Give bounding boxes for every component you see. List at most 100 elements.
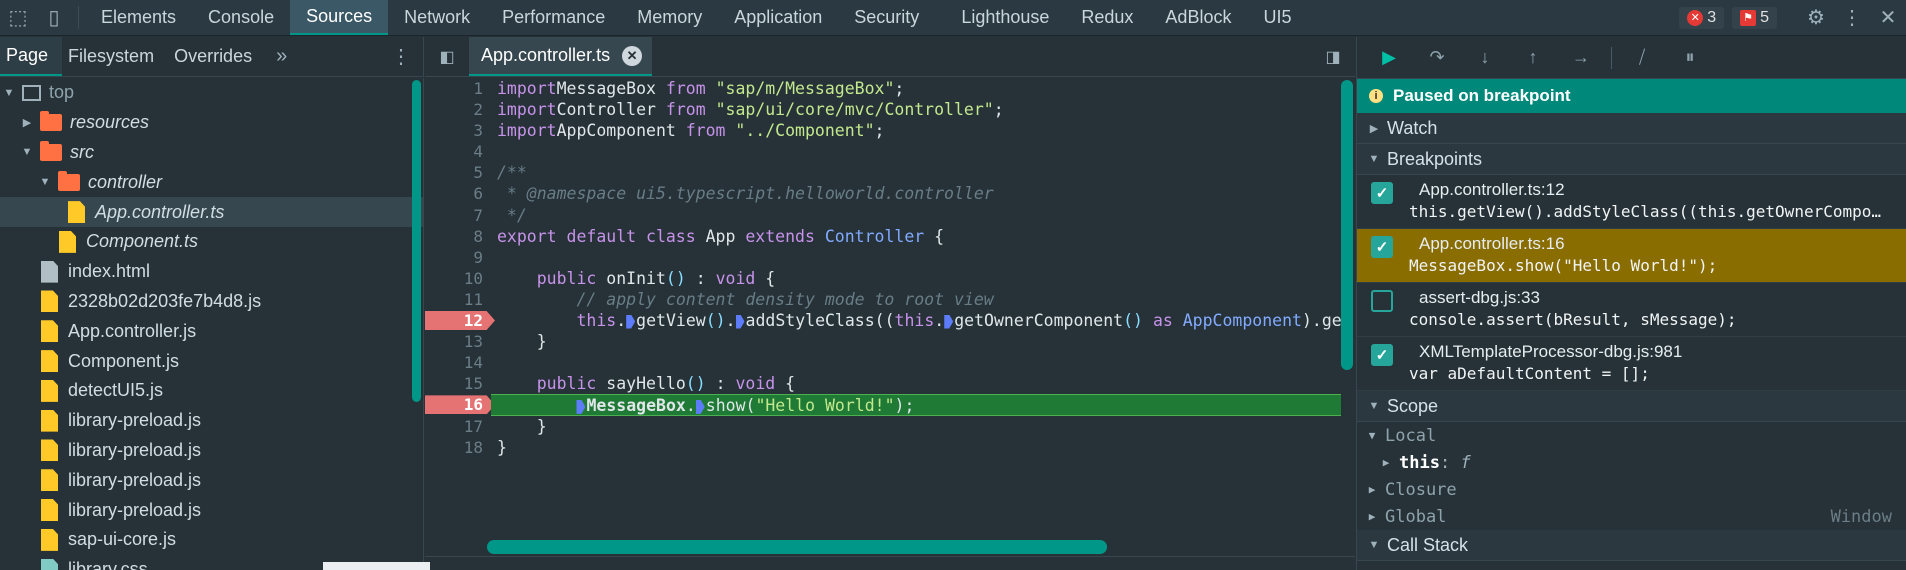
deactivate-breakpoints-icon[interactable]: ⧸ xyxy=(1624,43,1660,73)
tab-security[interactable]: Security xyxy=(838,0,935,35)
close-tab-icon[interactable]: ✕ xyxy=(622,45,643,66)
line-number[interactable]: 1 xyxy=(425,78,491,99)
line-number[interactable]: 2 xyxy=(425,99,491,120)
tree-item[interactable]: library-preload.js xyxy=(0,436,423,466)
editor-horizontal-scrollbar[interactable] xyxy=(487,540,1107,554)
tree-item[interactable]: ▼ top xyxy=(0,78,423,108)
code-line[interactable]: importMessageBox from "sap/m/MessageBox"… xyxy=(491,78,1341,99)
code-line[interactable]: public sayHello() : void { xyxy=(491,373,1341,394)
navigator-menu-icon[interactable]: ⋮ xyxy=(379,37,423,76)
resume-icon[interactable]: ▶ xyxy=(1371,43,1407,73)
scope-closure[interactable]: ▶ Closure xyxy=(1357,476,1906,503)
line-number[interactable]: 11 xyxy=(425,289,491,310)
tree-item[interactable]: 2328b02d203fe7b4d8.js xyxy=(0,287,423,317)
scope-global[interactable]: ▶ Global Window xyxy=(1357,503,1906,530)
error-count-badge[interactable]: ✕ 3 xyxy=(1679,6,1725,29)
tab-ui5[interactable]: UI5 xyxy=(1247,0,1307,35)
close-devtools-icon[interactable]: ✕ xyxy=(1870,5,1906,30)
code-line[interactable]: export default class App extends Control… xyxy=(491,226,1341,247)
breakpoint-item[interactable]: ✓ App.controller.ts:12 this.getView().addS… xyxy=(1357,175,1906,229)
current-execution-line[interactable]: MessageBox. show("Hello World!"); xyxy=(491,394,1341,416)
code-line[interactable]: public onInit() : void { xyxy=(491,268,1341,289)
tab-sources[interactable]: Sources xyxy=(290,0,389,35)
line-number[interactable]: 9 xyxy=(425,247,491,268)
tree-item[interactable]: ▼ controller xyxy=(0,167,423,197)
tree-item[interactable]: library-preload.js xyxy=(0,406,423,436)
tab-application[interactable]: Application xyxy=(718,0,838,35)
toggle-navigator-icon[interactable]: ◧ xyxy=(425,37,469,76)
tree-item[interactable]: index.html xyxy=(0,257,423,287)
tab-elements[interactable]: Elements xyxy=(85,0,192,35)
code-line[interactable]: * @namespace ui5.typescript.helloworld.c… xyxy=(491,183,1341,204)
tree-item[interactable]: ▼ src xyxy=(0,138,423,168)
inspect-element-icon[interactable]: ⬚ xyxy=(0,0,36,35)
tab-filesystem[interactable]: Filesystem xyxy=(62,37,168,76)
line-number-gutter[interactable]: 1 2 3 4 5 6 7 8 9 10 11 12 13 14 15 16 17 18 xyxy=(425,78,491,550)
breakpoint-checkbox[interactable]: ✓ xyxy=(1371,236,1393,258)
line-number[interactable]: 14 xyxy=(425,352,491,373)
tree-item[interactable]: Component.ts xyxy=(0,227,423,257)
code-line[interactable]: // apply content density mode to root vi… xyxy=(491,289,1341,310)
tree-item[interactable]: App.controller.js xyxy=(0,316,423,346)
breakpoint-line-number[interactable]: 16 xyxy=(425,394,491,415)
line-number[interactable]: 7 xyxy=(425,205,491,226)
code-line[interactable]: importController from "sap/ui/core/mvc/C… xyxy=(491,99,1341,120)
tab-performance[interactable]: Performance xyxy=(486,0,621,35)
tab-memory[interactable]: Memory xyxy=(621,0,718,35)
breakpoint-checkbox[interactable] xyxy=(1371,290,1393,312)
tab-network[interactable]: Network xyxy=(388,0,486,35)
code-editor[interactable]: importMessageBox from "sap/m/MessageBox"… xyxy=(491,78,1341,550)
line-number[interactable]: 3 xyxy=(425,120,491,141)
code-line[interactable]: } xyxy=(491,331,1341,352)
step-out-icon[interactable]: ↑ xyxy=(1515,43,1551,73)
breakpoints-section-header[interactable]: ▼ Breakpoints xyxy=(1357,144,1906,175)
tab-redux[interactable]: Redux xyxy=(1065,0,1149,35)
tab-lighthouse[interactable]: Lighthouse xyxy=(945,0,1065,35)
settings-gear-icon[interactable]: ⚙ xyxy=(1798,5,1834,30)
code-line[interactable] xyxy=(491,352,1341,373)
code-line[interactable]: */ xyxy=(491,205,1341,226)
line-number[interactable]: 15 xyxy=(425,373,491,394)
collapse-arrow-icon[interactable]: ▼ xyxy=(38,176,52,188)
tree-item[interactable]: App.controller.ts xyxy=(0,197,423,227)
scope-local[interactable]: ▼ Local xyxy=(1357,422,1906,449)
code-line[interactable]: } xyxy=(491,437,1341,458)
code-line[interactable]: importAppComponent from "../Component"; xyxy=(491,120,1341,141)
expand-arrow-icon[interactable]: ▶ xyxy=(20,116,34,129)
code-line[interactable] xyxy=(491,247,1341,268)
line-number[interactable]: 13 xyxy=(425,331,491,352)
breakpoint-checkbox[interactable]: ✓ xyxy=(1371,344,1393,366)
breakpoint-item[interactable]: assert-dbg.js:33 console.assert(bResult, … xyxy=(1357,283,1906,337)
line-number[interactable]: 4 xyxy=(425,141,491,162)
inline-breakpoint-marker-icon[interactable] xyxy=(735,314,745,329)
tab-page[interactable]: Page xyxy=(0,37,63,76)
step-over-icon[interactable]: ↷ xyxy=(1419,43,1455,73)
call-stack-section-header[interactable]: ▼ Call Stack xyxy=(1357,530,1906,561)
code-line[interactable] xyxy=(491,141,1341,162)
code-line[interactable]: /** xyxy=(491,162,1341,183)
pause-on-exceptions-icon[interactable]: ⏸ xyxy=(1672,43,1708,73)
line-number[interactable]: 8 xyxy=(425,226,491,247)
line-number[interactable]: 17 xyxy=(425,416,491,437)
issue-count-badge[interactable]: ⚑ 5 xyxy=(1732,6,1777,29)
inline-breakpoint-marker-icon[interactable] xyxy=(944,314,954,329)
inline-breakpoint-marker-icon[interactable] xyxy=(626,314,636,329)
line-number[interactable]: 5 xyxy=(425,162,491,183)
step-icon[interactable]: → xyxy=(1563,43,1599,73)
watch-section-header[interactable]: ▶ Watch xyxy=(1357,113,1906,144)
editor-tab-app-controller[interactable]: App.controller.ts ✕ xyxy=(469,37,653,76)
toggle-debugger-icon[interactable]: ◨ xyxy=(1311,37,1355,76)
code-line[interactable]: } xyxy=(491,416,1341,437)
tree-item[interactable]: library-preload.js xyxy=(0,495,423,525)
line-number[interactable]: 6 xyxy=(425,183,491,204)
tab-console[interactable]: Console xyxy=(192,0,290,35)
navigator-scrollbar[interactable] xyxy=(412,80,421,402)
collapse-arrow-icon[interactable]: ▼ xyxy=(2,87,16,99)
tab-adblock[interactable]: AdBlock xyxy=(1149,0,1247,35)
inline-breakpoint-marker-icon[interactable] xyxy=(695,399,705,414)
code-line[interactable]: this. getView(). addStyleClass((this. getOw… xyxy=(491,310,1341,331)
scope-section-header[interactable]: ▼ Scope xyxy=(1357,391,1906,422)
tab-overrides[interactable]: Overrides xyxy=(168,37,266,76)
breakpoint-line-number[interactable]: 12 xyxy=(425,310,491,331)
step-into-icon[interactable]: ↓ xyxy=(1467,43,1503,73)
